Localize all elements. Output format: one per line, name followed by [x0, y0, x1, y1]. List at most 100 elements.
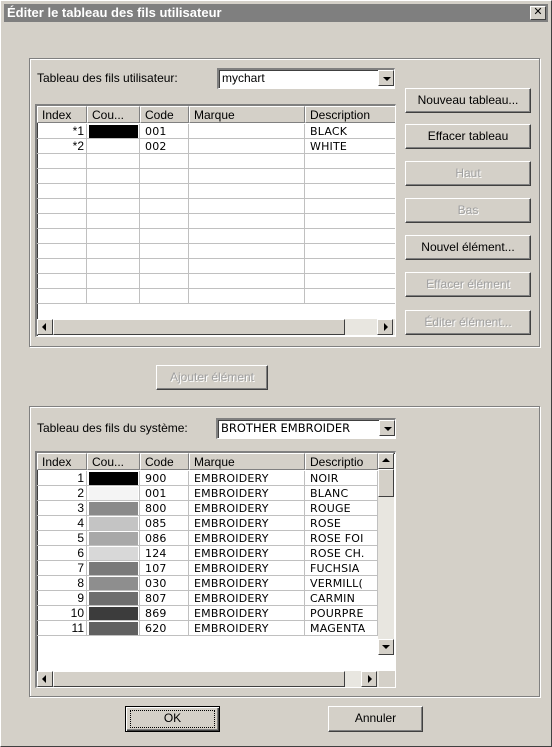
brand-cell: [189, 214, 305, 229]
add-item-button[interactable]: Ajouter élément: [156, 365, 268, 390]
table-row[interactable]: [37, 259, 395, 274]
user-thread-list[interactable]: Index Cou... Code Marque Description *1 001 BL…: [35, 104, 396, 337]
system_table-column-header[interactable]: Descriptio: [305, 453, 378, 470]
description-cell: VERMILL(: [305, 576, 378, 591]
scroll-thumb[interactable]: [53, 671, 345, 687]
table-row[interactable]: 10 869 EMBROIDERY POURPRE: [37, 606, 378, 621]
delete-table-button[interactable]: Effacer tableau: [405, 124, 531, 149]
brand-cell: EMBROIDERY: [189, 486, 305, 501]
code-cell: [140, 274, 189, 289]
user_table-column-header[interactable]: Description: [305, 106, 395, 123]
brand-cell: [189, 259, 305, 274]
description-cell: [305, 244, 395, 259]
color-swatch: [89, 487, 138, 500]
system_table-column-header[interactable]: Code: [140, 453, 189, 470]
user-table-dropdown-button[interactable]: [378, 70, 394, 86]
index-cell: *2: [37, 139, 87, 154]
user_table-column-header[interactable]: Code: [140, 106, 189, 123]
ok-button[interactable]: OK: [125, 706, 220, 732]
index-cell: 1: [37, 471, 87, 486]
table-row[interactable]: [37, 289, 395, 304]
user-list-horizontal-scrollbar[interactable]: [37, 319, 395, 335]
color-cell: [87, 154, 140, 169]
system-list-vertical-scrollbar[interactable]: [378, 453, 394, 655]
table-row[interactable]: 4 085 EMBROIDERY ROSE: [37, 516, 378, 531]
index-cell: [37, 229, 87, 244]
user_table-column-header[interactable]: Cou...: [87, 106, 140, 123]
description-cell: [305, 184, 395, 199]
index-cell: [37, 289, 87, 304]
description-cell: POURPRE: [305, 606, 378, 621]
scroll-thumb[interactable]: [53, 319, 345, 335]
move-down-button[interactable]: Bas: [405, 198, 531, 223]
system_table-column-header[interactable]: Cou...: [87, 453, 140, 470]
system-table-select[interactable]: BROTHER EMBROIDER: [216, 418, 396, 439]
table-row[interactable]: 8 030 EMBROIDERY VERMILL(: [37, 576, 378, 591]
system-thread-list[interactable]: Index Cou... Code Marque Descriptio 1 900 EMBR…: [35, 451, 396, 688]
table-row[interactable]: *1 001 BLACK: [37, 124, 395, 139]
description-cell: [305, 214, 395, 229]
code-cell: [140, 199, 189, 214]
new-table-button[interactable]: Nouveau tableau...: [405, 88, 531, 113]
table-row[interactable]: [37, 274, 395, 289]
table-row[interactable]: [37, 169, 395, 184]
title-bar[interactable]: Éditer le tableau des fils utilisateur ✕: [4, 4, 548, 22]
color-cell: [87, 184, 140, 199]
user_table-column-header[interactable]: Index: [37, 106, 87, 123]
scroll-down-button[interactable]: [378, 639, 394, 655]
code-cell: [140, 244, 189, 259]
brand-cell: EMBROIDERY: [189, 561, 305, 576]
chevron-down-icon: [384, 427, 392, 431]
color-cell: [87, 274, 140, 289]
table-row[interactable]: 1 900 EMBROIDERY NOIR: [37, 471, 378, 486]
code-cell: 124: [140, 546, 189, 561]
table-row[interactable]: [37, 184, 395, 199]
system_table-column-header[interactable]: Index: [37, 453, 87, 470]
arrow-left-icon: [42, 675, 46, 683]
table-row[interactable]: 9 807 EMBROIDERY CARMIN: [37, 591, 378, 606]
description-cell: FUCHSIA: [305, 561, 378, 576]
code-cell: 807: [140, 591, 189, 606]
table-row[interactable]: [37, 229, 395, 244]
scroll-left-button[interactable]: [37, 319, 53, 335]
system-table-select-value: BROTHER EMBROIDER: [221, 421, 351, 435]
brand-cell: EMBROIDERY: [189, 621, 305, 636]
table-row[interactable]: 2 001 EMBROIDERY BLANC: [37, 486, 378, 501]
vertical-scroll-thumb[interactable]: [378, 469, 394, 497]
system_table-column-header[interactable]: Marque: [189, 453, 305, 470]
edit-item-button[interactable]: Éditer élément...: [405, 310, 531, 335]
color-cell: [87, 259, 140, 274]
close-button[interactable]: ✕: [530, 6, 546, 20]
color-cell: [87, 591, 140, 606]
code-cell: 107: [140, 561, 189, 576]
table-row[interactable]: [37, 199, 395, 214]
table-row[interactable]: 5 086 EMBROIDERY ROSE FOI: [37, 531, 378, 546]
table-row[interactable]: 11 620 EMBROIDERY MAGENTA: [37, 621, 378, 636]
table-row[interactable]: [37, 154, 395, 169]
user_table-column-header[interactable]: Marque: [189, 106, 305, 123]
table-row[interactable]: *2 002 WHITE: [37, 139, 395, 154]
move-up-button[interactable]: Haut: [405, 161, 531, 186]
table-row[interactable]: 6 124 EMBROIDERY ROSE CH.: [37, 546, 378, 561]
scroll-up-button[interactable]: [378, 453, 394, 469]
table-row[interactable]: 3 800 EMBROIDERY ROUGE: [37, 501, 378, 516]
system-table-dropdown-button[interactable]: [379, 420, 395, 436]
cancel-button[interactable]: Annuler: [328, 706, 423, 732]
brand-cell: EMBROIDERY: [189, 546, 305, 561]
system-list-horizontal-scrollbar[interactable]: [37, 671, 379, 687]
scroll-right-button[interactable]: [377, 319, 393, 335]
description-cell: ROSE CH.: [305, 546, 378, 561]
scroll-left-button[interactable]: [37, 671, 53, 687]
index-cell: [37, 154, 87, 169]
arrow-left-icon: [42, 323, 46, 331]
scroll-right-button[interactable]: [361, 671, 377, 687]
code-cell: [140, 289, 189, 304]
color-cell: [87, 289, 140, 304]
index-cell: 4: [37, 516, 87, 531]
table-row[interactable]: [37, 244, 395, 259]
new-item-button[interactable]: Nouvel élément...: [405, 235, 531, 260]
delete-item-button[interactable]: Effacer élément: [405, 272, 531, 297]
table-row[interactable]: [37, 214, 395, 229]
table-row[interactable]: 7 107 EMBROIDERY FUCHSIA: [37, 561, 378, 576]
user-table-select[interactable]: mychart: [217, 68, 395, 89]
